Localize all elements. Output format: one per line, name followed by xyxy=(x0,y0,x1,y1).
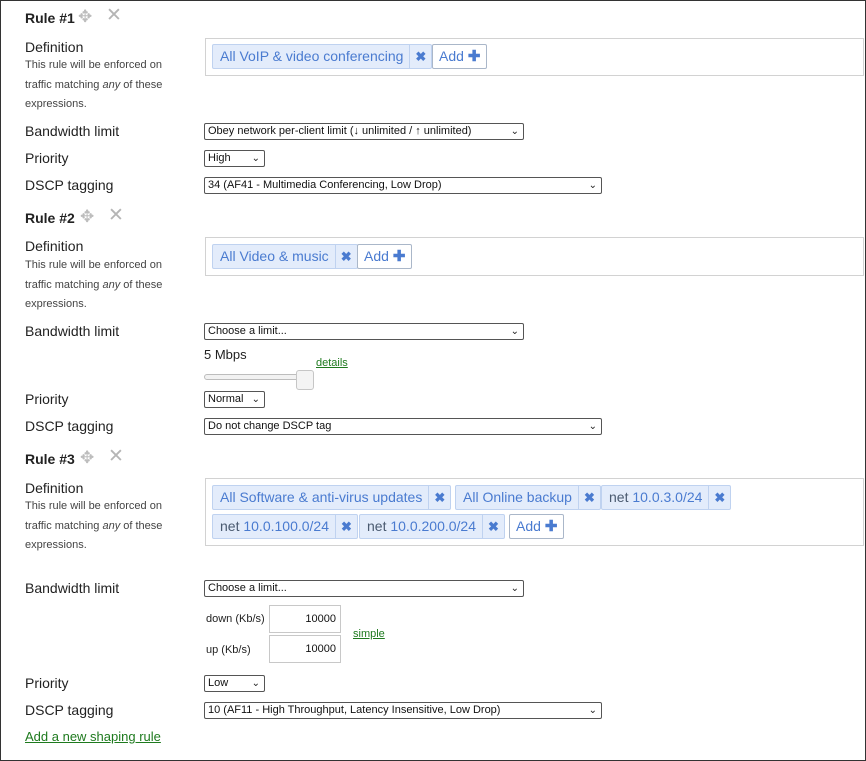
description-line: traffic matching any of these xyxy=(25,519,163,532)
details-link[interactable]: details xyxy=(316,357,348,369)
simple-link[interactable]: simple xyxy=(353,628,385,640)
rule-description: This rule will be enforced on traffic ma… xyxy=(25,497,185,556)
bandwidth-limit-select[interactable]: Choose a limit... ⌄ xyxy=(204,323,524,340)
definition-tag-label: net 10.0.100.0/24 xyxy=(220,518,329,534)
bandwidth-limit-select[interactable]: Obey network per-client limit (↓ unlimit… xyxy=(204,123,524,140)
up-label: up (Kb/s) xyxy=(206,644,251,656)
slider-handle[interactable] xyxy=(295,370,314,390)
definition-tag: net 10.0.3.0/24 ✖ xyxy=(601,485,732,510)
bandwidth-slider[interactable] xyxy=(204,374,310,380)
definition-tag: All Software & anti-virus updates ✖ xyxy=(212,485,452,510)
priority-select[interactable]: Normal ⌄ xyxy=(204,391,265,408)
close-x-icon[interactable]: ✖ xyxy=(409,45,431,68)
delete-rule-icon[interactable]: ✕ xyxy=(108,206,124,225)
chevron-down-icon: ⌄ xyxy=(510,583,519,594)
definition-tag: All Video & music ✖ xyxy=(212,244,358,269)
definition-tag-label: net 10.0.200.0/24 xyxy=(367,518,476,534)
dscp-tagging-label: DSCP tagging xyxy=(25,418,114,434)
move-icon[interactable]: ✥ xyxy=(78,8,92,25)
chevron-down-icon: ⌄ xyxy=(588,180,597,191)
chevron-down-icon: ⌄ xyxy=(251,153,260,164)
rule-3-title: Rule #3 xyxy=(25,451,75,467)
description-line: This rule will be enforced on xyxy=(25,259,162,271)
add-definition-button[interactable]: Add ✚ xyxy=(509,514,565,539)
definition-tag: All Online backup ✖ xyxy=(455,485,601,510)
chevron-down-icon: ⌄ xyxy=(588,421,597,432)
definition-tag-label: All Video & music xyxy=(220,248,329,264)
definition-label: Definition xyxy=(25,238,84,254)
bandwidth-limit-label: Bandwidth limit xyxy=(25,323,120,339)
chevron-down-icon: ⌄ xyxy=(510,126,519,137)
bandwidth-value: 5 Mbps xyxy=(204,347,247,362)
down-label: down (Kb/s) xyxy=(206,613,265,625)
definition-tag: All VoIP & video conferencing ✖ xyxy=(212,44,433,69)
rule-description: This rule will be enforced on traffic ma… xyxy=(25,256,185,315)
definition-tag-label: All Online backup xyxy=(463,489,572,505)
plus-icon: ✚ xyxy=(467,48,481,65)
description-line: traffic matching any of these xyxy=(25,278,163,291)
dscp-select[interactable]: Do not change DSCP tag ⌄ xyxy=(204,418,602,435)
add-shaping-rule-link[interactable]: Add a new shaping rule xyxy=(25,729,161,744)
chevron-down-icon: ⌄ xyxy=(588,705,597,716)
delete-rule-icon[interactable]: ✕ xyxy=(106,6,122,25)
up-kbps-input[interactable]: 10000 xyxy=(269,635,341,663)
close-x-icon[interactable]: ✖ xyxy=(335,515,357,538)
bandwidth-limit-label: Bandwidth limit xyxy=(25,123,120,139)
definition-label: Definition xyxy=(25,39,84,55)
move-icon[interactable]: ✥ xyxy=(80,208,94,225)
add-definition-button[interactable]: Add ✚ xyxy=(432,44,488,69)
down-kbps-input[interactable]: 10000 xyxy=(269,605,341,633)
dscp-tagging-label: DSCP tagging xyxy=(25,702,114,718)
dscp-select[interactable]: 34 (AF41 - Multimedia Conferencing, Low … xyxy=(204,177,602,194)
priority-label: Priority xyxy=(25,391,69,407)
close-x-icon[interactable]: ✖ xyxy=(577,486,600,509)
rule-2-title: Rule #2 xyxy=(25,210,75,226)
description-line: traffic matching any of these xyxy=(25,78,163,91)
dscp-tagging-label: DSCP tagging xyxy=(25,177,114,193)
priority-select[interactable]: High ⌄ xyxy=(204,150,265,167)
description-line: This rule will be enforced on xyxy=(25,500,162,512)
close-x-icon[interactable]: ✖ xyxy=(482,515,504,538)
chevron-down-icon: ⌄ xyxy=(251,394,260,405)
chevron-down-icon: ⌄ xyxy=(251,678,260,689)
definition-tag-label: net 10.0.3.0/24 xyxy=(609,489,703,505)
definition-tag-label: All VoIP & video conferencing xyxy=(220,48,404,64)
plus-icon: ✚ xyxy=(544,518,558,535)
bandwidth-limit-select[interactable]: Choose a limit... ⌄ xyxy=(204,580,524,597)
rule-description: This rule will be enforced on traffic ma… xyxy=(25,56,185,115)
add-definition-button[interactable]: Add ✚ xyxy=(357,244,413,269)
description-line: expressions. xyxy=(25,539,87,551)
priority-label: Priority xyxy=(25,150,69,166)
description-line: expressions. xyxy=(25,98,87,110)
dscp-select[interactable]: 10 (AF11 - High Throughput, Latency Inse… xyxy=(204,702,602,719)
close-x-icon[interactable]: ✖ xyxy=(334,245,357,268)
definition-field[interactable]: All Software & anti-virus updates ✖ All … xyxy=(205,478,864,546)
close-x-icon[interactable]: ✖ xyxy=(708,486,730,509)
definition-tag: net 10.0.200.0/24 ✖ xyxy=(359,514,505,539)
chevron-down-icon: ⌄ xyxy=(510,326,519,337)
definition-field[interactable]: All VoIP & video conferencing ✖ Add ✚ xyxy=(205,38,864,76)
definition-tag-label: All Software & anti-virus updates xyxy=(220,489,423,505)
move-icon[interactable]: ✥ xyxy=(80,449,94,466)
bandwidth-limit-label: Bandwidth limit xyxy=(25,580,120,596)
definition-field[interactable]: All Video & music ✖ Add ✚ xyxy=(205,237,864,276)
definition-tag: net 10.0.100.0/24 ✖ xyxy=(212,514,358,539)
priority-label: Priority xyxy=(25,675,69,691)
priority-select[interactable]: Low ⌄ xyxy=(204,675,265,692)
plus-icon: ✚ xyxy=(392,248,406,265)
close-x-icon[interactable]: ✖ xyxy=(428,486,450,509)
delete-rule-icon[interactable]: ✕ xyxy=(108,447,124,466)
description-line: This rule will be enforced on xyxy=(25,59,162,71)
definition-label: Definition xyxy=(25,480,84,496)
description-line: expressions. xyxy=(25,298,87,310)
rule-1-title: Rule #1 xyxy=(25,10,75,26)
